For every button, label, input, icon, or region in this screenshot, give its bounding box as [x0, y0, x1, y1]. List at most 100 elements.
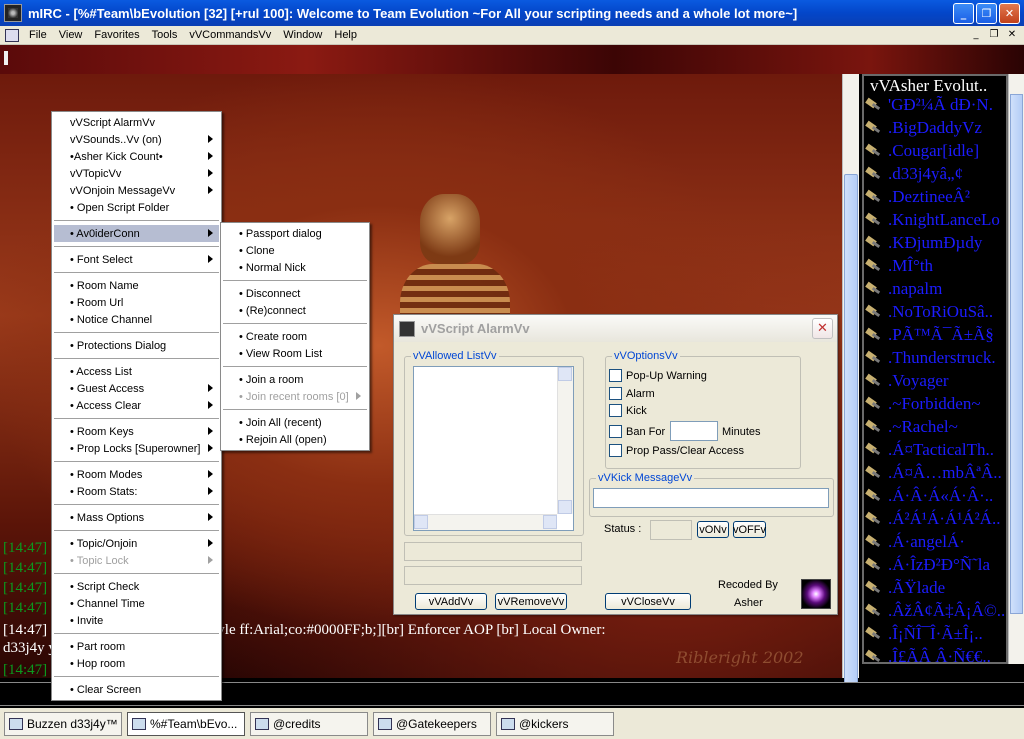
- menu-item[interactable]: • Hop room: [54, 655, 219, 672]
- menu-item[interactable]: • Room Name: [54, 277, 219, 294]
- popup-warning-checkbox[interactable]: Pop-Up Warning: [609, 369, 707, 382]
- menu-item[interactable]: • Access List: [54, 363, 219, 380]
- menu-item[interactable]: • Passport dialog: [223, 225, 367, 242]
- allowed-list-hscroll[interactable]: [414, 514, 557, 530]
- ban-for-checkbox[interactable]: Ban For: [609, 425, 665, 438]
- nick-list-scrollbar-thumb[interactable]: [1010, 94, 1023, 614]
- menu-item[interactable]: •Asher Kick Count•: [54, 148, 219, 165]
- allowed-entry-field-1[interactable]: [404, 542, 582, 561]
- menu-view[interactable]: View: [53, 29, 89, 41]
- mdi-close-button[interactable]: ✕: [1004, 28, 1020, 42]
- menu-file[interactable]: File: [23, 29, 53, 41]
- nick-list-item[interactable]: .Î£ÃÂ Â·Ñ€€..: [866, 646, 1006, 662]
- nick-list-item[interactable]: .Thunderstruck.: [866, 347, 1006, 369]
- switchbar-tab[interactable]: Buzzen d33j4y™: [4, 711, 122, 736]
- menu-item[interactable]: • Script Check: [54, 578, 219, 595]
- nick-list-item[interactable]: .Á¤TacticalTh..: [866, 439, 1006, 461]
- nick-list-item[interactable]: .MÎ°th: [866, 255, 1006, 277]
- close-button[interactable]: ✕: [999, 2, 1020, 24]
- menu-window[interactable]: Window: [277, 29, 328, 41]
- nick-list-item[interactable]: .Á·Â·Á«Á·Â·..: [866, 485, 1006, 507]
- channel-scrollbar[interactable]: [842, 74, 859, 684]
- scroll-up-icon[interactable]: [558, 367, 572, 381]
- menu-commands[interactable]: vVCommandsVv: [183, 29, 277, 41]
- allowed-list-vscroll[interactable]: [557, 367, 573, 514]
- menu-item[interactable]: • Create room: [223, 328, 367, 345]
- menu-item[interactable]: • Room Url: [54, 294, 219, 311]
- nick-list-item[interactable]: .Cougar[idle]: [866, 140, 1006, 162]
- nick-list-item[interactable]: .ÂžÂ¢Ã‡Â¡Â©..: [866, 600, 1006, 622]
- menu-item[interactable]: vVSounds..Vv (on): [54, 131, 219, 148]
- mdi-restore-button[interactable]: ❐: [986, 28, 1002, 42]
- nick-list-item[interactable]: .KnightLanceLo: [866, 209, 1006, 231]
- menu-item[interactable]: • Topic/Onjoin: [54, 535, 219, 552]
- menu-item[interactable]: • Notice Channel: [54, 311, 219, 328]
- menu-item[interactable]: • View Room List: [223, 345, 367, 362]
- mdi-minimize-button[interactable]: _: [968, 28, 984, 42]
- channel-scrollbar-thumb[interactable]: [844, 174, 858, 684]
- add-button[interactable]: vVAddVv: [415, 593, 487, 610]
- menu-item[interactable]: vVScript AlarmVv: [54, 114, 219, 131]
- scroll-right-icon[interactable]: [543, 515, 557, 529]
- menu-item[interactable]: • Guest Access: [54, 380, 219, 397]
- kick-message-input[interactable]: [593, 488, 829, 508]
- menu-item[interactable]: • Normal Nick: [223, 259, 367, 276]
- menu-item[interactable]: • Disconnect: [223, 285, 367, 302]
- nick-list-item[interactable]: .BigDaddyVz: [866, 117, 1006, 139]
- nick-list-item[interactable]: .KÐjumÐµdy: [866, 232, 1006, 254]
- nick-list-item[interactable]: .Voyager: [866, 370, 1006, 392]
- nick-list-item[interactable]: .napalm: [866, 278, 1006, 300]
- menu-item[interactable]: • Clear Screen: [54, 681, 219, 698]
- nick-list-item[interactable]: .~Rachel~: [866, 416, 1006, 438]
- nick-list-item[interactable]: .PÃ™Ã¯Ã±Ã§: [866, 324, 1006, 346]
- channel-window-icon[interactable]: [5, 28, 19, 42]
- menu-item[interactable]: • Part room: [54, 638, 219, 655]
- menu-item[interactable]: • Av0iderConn: [54, 225, 219, 242]
- on-button[interactable]: vONv: [697, 521, 729, 538]
- switchbar-tab[interactable]: @Gatekeepers: [373, 711, 491, 736]
- off-button[interactable]: vOFFv: [733, 521, 766, 538]
- menu-item[interactable]: • Access Clear: [54, 397, 219, 414]
- menu-help[interactable]: Help: [328, 29, 363, 41]
- nick-list-item[interactable]: .Á·angelÁ·: [866, 531, 1006, 553]
- switchbar-tab[interactable]: @kickers: [496, 711, 614, 736]
- prop-pass-checkbox[interactable]: Prop Pass/Clear Access: [609, 444, 744, 457]
- menu-item[interactable]: • Clone: [223, 242, 367, 259]
- menu-item[interactable]: • Join All (recent): [223, 414, 367, 431]
- scroll-left-icon[interactable]: [414, 515, 428, 529]
- menu-tools[interactable]: Tools: [146, 29, 184, 41]
- nick-list-item[interactable]: .Á¤Â…mbÂªÂ..: [866, 462, 1006, 484]
- kick-checkbox[interactable]: Kick: [609, 404, 647, 417]
- switchbar-tab[interactable]: @credits: [250, 711, 368, 736]
- close-dialog-button[interactable]: vVCloseVv: [605, 593, 691, 610]
- minimize-button[interactable]: _: [953, 2, 974, 24]
- menu-item[interactable]: • Invite: [54, 612, 219, 629]
- menu-item[interactable]: • Prop Locks [Superowner]: [54, 440, 219, 457]
- menu-item[interactable]: • Room Keys: [54, 423, 219, 440]
- menu-item[interactable]: vVOnjoin MessageVv: [54, 182, 219, 199]
- nick-list[interactable]: vVAsher Evolut.. 'GÐ²¼Ã dÐ·N. .BigDaddyVz…: [862, 74, 1008, 664]
- remove-button[interactable]: vVRemoveVv: [495, 593, 567, 610]
- nick-list-item[interactable]: .Á·ÎzÐ²Ð°Ñ˜la: [866, 554, 1006, 576]
- nick-list-item[interactable]: .NoToRiOuSâ..: [866, 301, 1006, 323]
- menu-item[interactable]: vVTopicVv: [54, 165, 219, 182]
- menu-item[interactable]: • Mass Options: [54, 509, 219, 526]
- restore-button[interactable]: ❐: [976, 2, 997, 24]
- nick-list-item[interactable]: .Î¡ÑÎ¯Î·Ã±Î¡..: [866, 623, 1006, 645]
- ban-minutes-input[interactable]: [670, 421, 718, 441]
- menu-item[interactable]: • (Re)connect: [223, 302, 367, 319]
- scroll-down-icon[interactable]: [558, 500, 572, 514]
- menu-item[interactable]: • Room Modes: [54, 466, 219, 483]
- menu-item[interactable]: • Font Select: [54, 251, 219, 268]
- allowed-entry-field-2[interactable]: [404, 566, 582, 585]
- menu-item[interactable]: • Room Stats:: [54, 483, 219, 500]
- dialog-close-button[interactable]: ✕: [812, 318, 833, 339]
- nick-list-item[interactable]: 'GÐ²¼Ã dÐ·N.: [866, 94, 1006, 116]
- nick-list-item[interactable]: .d33j4yâ„¢: [866, 163, 1006, 185]
- nick-list-item[interactable]: .Á²Á¹Á·Á¹Á²Á..: [866, 508, 1006, 530]
- menu-item[interactable]: • Protections Dialog: [54, 337, 219, 354]
- nick-list-scrollbar[interactable]: [1008, 74, 1024, 664]
- nick-list-item[interactable]: .DeztineeÂ²: [866, 186, 1006, 208]
- nick-list-item[interactable]: .~Forbidden~: [866, 393, 1006, 415]
- menu-favorites[interactable]: Favorites: [88, 29, 145, 41]
